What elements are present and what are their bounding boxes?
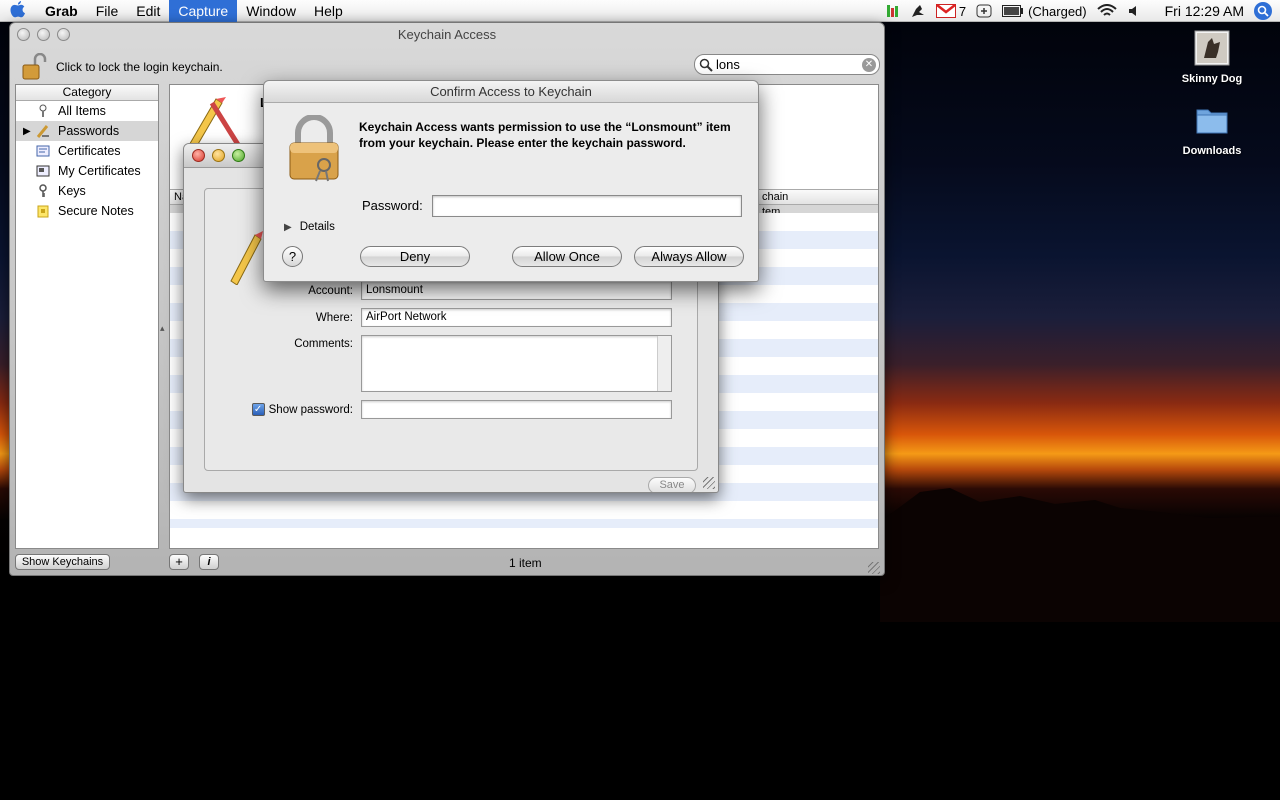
password-label: Password: — [362, 198, 423, 213]
show-password-row: ✓ Show password: — [241, 400, 672, 419]
folder-icon — [1196, 109, 1228, 134]
sidebar-item-my-certificates[interactable]: My Certificates — [16, 161, 158, 181]
resize-grip-icon[interactable] — [703, 477, 715, 489]
detail-window-controls — [192, 149, 245, 162]
save-button[interactable]: Save — [648, 477, 696, 492]
sidebar-item-label: Secure Notes — [58, 204, 134, 218]
comments-label: Comments: — [294, 338, 353, 350]
search-field[interactable]: lons ✕ — [694, 54, 880, 75]
deny-button[interactable]: Deny — [360, 246, 470, 267]
certificates-icon — [36, 145, 50, 157]
show-keychains-button[interactable]: Show Keychains — [15, 554, 110, 570]
add-item-button[interactable]: + — [169, 554, 189, 570]
battery-label: (Charged) — [1028, 3, 1087, 19]
sidebar-item-keys[interactable]: Keys — [16, 181, 158, 201]
all-items-icon — [39, 104, 47, 117]
close-button[interactable] — [192, 149, 205, 162]
my-certificates-icon — [36, 165, 50, 177]
details-disclosure[interactable]: ▶ Details — [284, 221, 335, 233]
sidebar-item-label: Certificates — [58, 144, 121, 158]
menu-edit[interactable]: Edit — [127, 0, 169, 22]
search-input[interactable]: lons — [716, 57, 740, 72]
gmail-icon — [935, 4, 956, 18]
disclosure-triangle-icon: ▶ — [284, 221, 292, 233]
comments-row: Comments: — [241, 335, 672, 392]
battery-status[interactable]: (Charged) — [1002, 4, 1087, 19]
lock-toolbar: Click to lock the login keychain. — [22, 53, 223, 81]
sidebar-item-label: Keys — [58, 184, 86, 198]
spotlight-icon[interactable] — [1254, 2, 1272, 20]
column-header-keychain[interactable]: chain — [762, 191, 788, 203]
comments-scrollbar[interactable] — [657, 336, 671, 391]
mountain-silhouette — [880, 488, 1280, 622]
apple-menu-icon[interactable] — [0, 0, 36, 22]
window-title: Keychain Access — [397, 27, 497, 42]
lock-text: Click to lock the login keychain. — [56, 60, 223, 74]
add-menu-icon[interactable] — [976, 4, 992, 18]
menu-app-name[interactable]: Grab — [36, 0, 87, 22]
photo-icon — [1194, 30, 1230, 66]
dialog-message: Keychain Access wants permission to use … — [359, 120, 731, 150]
where-field[interactable]: AirPort Network — [361, 308, 672, 327]
gmail-notifier[interactable]: 7 — [935, 3, 967, 19]
passwords-icon — [36, 125, 49, 138]
desktop-item-skinny-dog[interactable]: Skinny Dog — [1172, 30, 1252, 85]
growl-icon[interactable] — [910, 3, 926, 19]
menu-file[interactable]: File — [87, 0, 128, 22]
sidebar-item-label: My Certificates — [58, 164, 141, 178]
sidebar-item-certificates[interactable]: Certificates — [16, 141, 158, 161]
wifi-icon[interactable] — [1096, 4, 1117, 18]
show-password-checkbox[interactable]: ✓ — [251, 403, 265, 416]
where-row: Where: AirPort Network — [241, 308, 672, 327]
info-button[interactable]: i — [199, 554, 219, 570]
show-password-label: Show password: — [268, 403, 353, 416]
allow-once-button[interactable]: Allow Once — [512, 246, 622, 267]
password-input[interactable] — [432, 195, 742, 217]
sidebar-item-label: All Items — [58, 104, 106, 118]
minimize-button[interactable] — [212, 149, 225, 162]
menu-bar: Grab File Edit Capture Window Help 7 (Ch… — [0, 0, 1280, 22]
menu-capture[interactable]: Capture — [169, 0, 238, 22]
details-label: Details — [299, 221, 335, 233]
menu-clock[interactable]: Fri 12:29 AM — [1165, 3, 1244, 19]
account-field[interactable]: Lonsmount — [361, 281, 672, 300]
sidebar-item-secure-notes[interactable]: Secure Notes — [16, 201, 158, 221]
volume-icon[interactable] — [1127, 4, 1141, 18]
splitter-handle[interactable]: ▴ — [160, 323, 165, 334]
menu-help[interactable]: Help — [305, 0, 352, 22]
account-row: Account: Lonsmount — [241, 281, 672, 300]
desktop-item-downloads[interactable]: Downloads — [1172, 102, 1252, 157]
keychain-lock-icon — [289, 115, 339, 182]
help-button[interactable]: ? — [282, 246, 303, 267]
resize-grip-icon[interactable] — [868, 562, 880, 574]
confirm-access-dialog: Confirm Access to Keychain Keychain Acce… — [263, 80, 759, 282]
sidebar-item-label: Passwords — [58, 124, 120, 138]
zoom-button[interactable] — [232, 149, 245, 162]
menu-extras: 7 (Charged) Fri 12:29 AM — [886, 0, 1280, 22]
category-header: Category — [16, 85, 158, 101]
gmail-count: 7 — [958, 3, 967, 19]
search-icon — [699, 58, 713, 72]
where-label: Where: — [315, 311, 353, 324]
sidebar-item-all-items[interactable]: All Items — [16, 101, 158, 121]
category-sidebar: Category All Items ▶ Passwords Certifica… — [15, 84, 159, 549]
keys-icon — [39, 184, 47, 197]
clear-search-icon[interactable]: ✕ — [862, 58, 876, 72]
desktop-item-label: Downloads — [1182, 145, 1242, 157]
desktop-item-label: Skinny Dog — [1181, 73, 1243, 85]
battery-icon — [1002, 5, 1024, 17]
sidebar-item-passwords[interactable]: ▶ Passwords — [16, 121, 158, 141]
secure-notes-icon — [37, 205, 49, 218]
menu-window[interactable]: Window — [237, 0, 305, 22]
bottom-bar: Show Keychains + i 1 item — [10, 553, 884, 575]
disclosure-triangle-icon[interactable]: ▶ — [23, 126, 31, 137]
item-count: 1 item — [509, 556, 542, 570]
activity-meter-icon[interactable] — [886, 4, 900, 18]
comments-field[interactable] — [361, 335, 672, 392]
dialog-title: Confirm Access to Keychain — [264, 81, 758, 103]
password-field[interactable] — [361, 400, 672, 419]
unlocked-padlock-icon[interactable] — [22, 53, 48, 81]
always-allow-button[interactable]: Always Allow — [634, 246, 744, 267]
account-label: Account: — [308, 284, 353, 297]
